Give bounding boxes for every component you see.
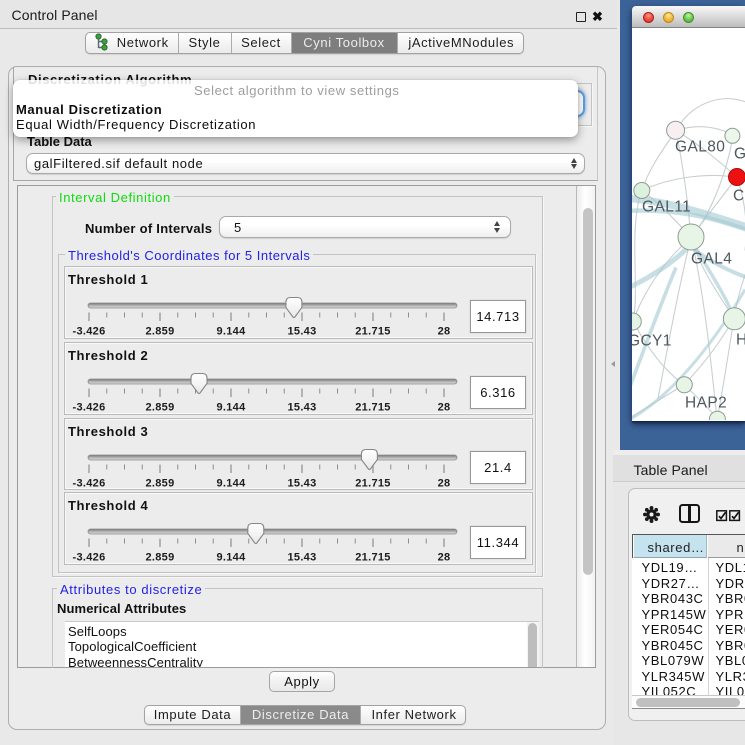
svg-text:-3.426: -3.426 bbox=[73, 326, 106, 338]
svg-text:21.715: 21.715 bbox=[355, 552, 390, 564]
svg-text:-3.426: -3.426 bbox=[73, 477, 106, 489]
svg-text:9.144: 9.144 bbox=[216, 477, 246, 489]
svg-text:GCY1: GCY1 bbox=[632, 332, 672, 349]
svg-text:15.43: 15.43 bbox=[287, 477, 316, 489]
svg-text:GAL11: GAL11 bbox=[642, 198, 691, 215]
svg-text:15.43: 15.43 bbox=[287, 552, 316, 564]
svg-text:15.43: 15.43 bbox=[287, 402, 316, 414]
svg-text:21.715: 21.715 bbox=[355, 402, 390, 414]
svg-text:21.715: 21.715 bbox=[355, 477, 390, 489]
svg-text:-3.426: -3.426 bbox=[73, 402, 106, 414]
svg-text:9.144: 9.144 bbox=[216, 552, 246, 564]
svg-text:HAP2: HAP2 bbox=[685, 394, 727, 411]
svg-text:-3.426: -3.426 bbox=[73, 552, 106, 564]
svg-text:GA: GA bbox=[734, 145, 745, 162]
svg-text:2.859: 2.859 bbox=[145, 477, 174, 489]
svg-text:15.43: 15.43 bbox=[287, 326, 316, 338]
svg-text:28: 28 bbox=[438, 326, 451, 338]
svg-text:GAL4: GAL4 bbox=[691, 250, 732, 267]
svg-text:H: H bbox=[736, 331, 745, 348]
svg-text:2.859: 2.859 bbox=[145, 402, 174, 414]
svg-text:28: 28 bbox=[438, 402, 451, 414]
svg-text:GAL80: GAL80 bbox=[675, 138, 725, 155]
svg-text:9.144: 9.144 bbox=[216, 402, 246, 414]
svg-text:C: C bbox=[733, 187, 745, 204]
svg-text:28: 28 bbox=[438, 477, 451, 489]
svg-text:2.859: 2.859 bbox=[145, 552, 174, 564]
svg-text:2.859: 2.859 bbox=[145, 326, 174, 338]
svg-text:21.715: 21.715 bbox=[355, 326, 390, 338]
svg-text:28: 28 bbox=[438, 552, 451, 564]
svg-text:9.144: 9.144 bbox=[216, 326, 246, 338]
